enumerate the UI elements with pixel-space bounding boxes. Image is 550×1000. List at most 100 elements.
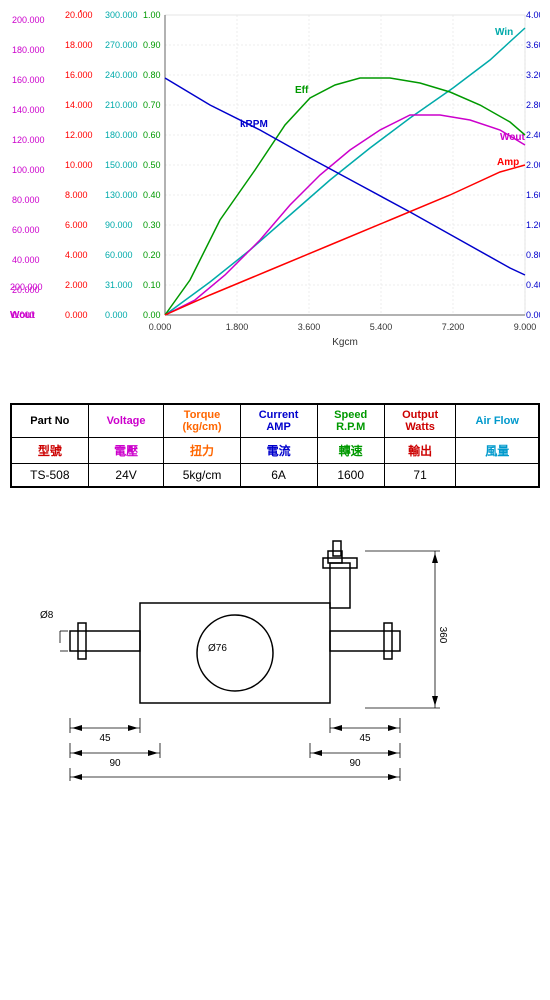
td-output: 71 — [384, 464, 456, 488]
th-output: OutputWatts — [384, 404, 456, 438]
svg-text:3.200: 3.200 — [526, 70, 540, 80]
svg-text:5.400: 5.400 — [370, 322, 393, 332]
svg-text:160.000: 160.000 — [12, 75, 45, 85]
svg-text:140.000: 140.000 — [12, 105, 45, 115]
td-ch-voltage: 電壓 — [88, 438, 164, 464]
td-airflow — [456, 464, 539, 488]
svg-text:2.800: 2.800 — [526, 100, 540, 110]
td-ch-output: 輸出 — [384, 438, 456, 464]
svg-text:18.000: 18.000 — [65, 40, 93, 50]
td-partno: TS-508 — [11, 464, 88, 488]
svg-text:Amp: Amp — [497, 157, 519, 168]
svg-text:10.000: 10.000 — [65, 160, 93, 170]
table-section: Part No Voltage Torque(kg/cm) CurrentAMP… — [0, 388, 550, 503]
th-airflow: Air Flow — [456, 404, 539, 438]
svg-text:130.000: 130.000 — [105, 190, 138, 200]
td-ch-current: 電流 — [240, 438, 317, 464]
svg-text:150.000: 150.000 — [105, 160, 138, 170]
td-speed: 1600 — [317, 464, 384, 488]
th-voltage: Voltage — [88, 404, 164, 438]
svg-text:100.000: 100.000 — [12, 165, 45, 175]
chart-section: Wout 200.000 180.000 200.000 180.000 160… — [0, 0, 550, 388]
svg-text:90.000: 90.000 — [105, 220, 133, 230]
svg-text:Kgcm: Kgcm — [332, 337, 358, 348]
svg-text:1.800: 1.800 — [226, 322, 249, 332]
svg-text:Eff: Eff — [295, 85, 309, 96]
svg-text:210.000: 210.000 — [105, 100, 138, 110]
svg-text:0.00: 0.00 — [143, 310, 161, 320]
d45-left-label: 45 — [99, 733, 111, 744]
svg-text:0.10: 0.10 — [143, 280, 161, 290]
td-voltage: 24V — [88, 464, 164, 488]
svg-text:2.000: 2.000 — [65, 280, 88, 290]
d45-right-label: 45 — [359, 733, 371, 744]
td-torque: 5kg/cm — [164, 464, 240, 488]
svg-text:180.000: 180.000 — [105, 130, 138, 140]
svg-text:240.000: 240.000 — [105, 70, 138, 80]
svg-text:20.000: 20.000 — [12, 285, 40, 295]
svg-text:180.000: 180.000 — [12, 45, 45, 55]
th-current: CurrentAMP — [240, 404, 317, 438]
svg-text:4.000: 4.000 — [65, 250, 88, 260]
svg-text:0.000: 0.000 — [105, 310, 128, 320]
dimension-diagram: Ø8 Ø76 360 45 45 — [10, 523, 540, 783]
th-torque: Torque(kg/cm) — [164, 404, 240, 438]
specs-table: Part No Voltage Torque(kg/cm) CurrentAMP… — [10, 403, 540, 488]
svg-text:2.000: 2.000 — [526, 160, 540, 170]
svg-text:4.000: 4.000 — [526, 10, 540, 20]
d90-left-label: 90 — [109, 758, 121, 769]
th-speed: SpeedR.P.M — [317, 404, 384, 438]
th-partno: Part No — [11, 404, 88, 438]
svg-text:0.000: 0.000 — [149, 322, 172, 332]
svg-text:0.30: 0.30 — [143, 220, 161, 230]
diagram-section: Ø8 Ø76 360 45 45 — [0, 513, 550, 796]
svg-text:200.000: 200.000 — [12, 15, 45, 25]
amp-curve — [165, 165, 525, 315]
svg-text:0.60: 0.60 — [143, 130, 161, 140]
svg-text:12.000: 12.000 — [65, 130, 93, 140]
svg-text:0.80: 0.80 — [143, 70, 161, 80]
svg-text:80.000: 80.000 — [12, 195, 40, 205]
svg-text:40.000: 40.000 — [12, 255, 40, 265]
svg-text:16.000: 16.000 — [65, 70, 93, 80]
td-ch-partno: 型號 — [11, 438, 88, 464]
svg-text:0.20: 0.20 — [143, 250, 161, 260]
d8-label: Ø8 — [40, 610, 54, 621]
win-curve — [165, 28, 525, 315]
svg-text:kRPM: kRPM — [490, 10, 515, 12]
d76-label: Ø76 — [208, 643, 227, 654]
svg-text:0.70: 0.70 — [143, 100, 161, 110]
td-ch-torque: 扭力 — [164, 438, 240, 464]
td-current: 6A — [240, 464, 317, 488]
svg-text:0.000: 0.000 — [65, 310, 88, 320]
krpm-curve — [165, 78, 525, 275]
svg-text:Wout: Wout — [500, 132, 525, 143]
svg-text:0.90: 0.90 — [143, 40, 161, 50]
svg-text:Wout: Wout — [12, 10, 34, 12]
svg-text:0.000: 0.000 — [12, 310, 35, 320]
td-ch-speed: 轉速 — [317, 438, 384, 464]
svg-text:0.000: 0.000 — [526, 310, 540, 320]
svg-text:kRPM: kRPM — [240, 119, 268, 130]
d90-right-label: 90 — [349, 758, 361, 769]
td-ch-airflow: 風量 — [456, 438, 539, 464]
svg-text:0.400: 0.400 — [526, 280, 540, 290]
svg-text:7.200: 7.200 — [442, 322, 465, 332]
svg-text:31.000: 31.000 — [105, 280, 133, 290]
svg-text:120.000: 120.000 — [12, 135, 45, 145]
svg-text:3.600: 3.600 — [526, 40, 540, 50]
svg-text:60.000: 60.000 — [12, 225, 40, 235]
performance-chart: Wout 200.000 180.000 200.000 180.000 160… — [10, 10, 540, 380]
svg-text:3.600: 3.600 — [298, 322, 321, 332]
svg-text:0.40: 0.40 — [143, 190, 161, 200]
svg-text:Win: Win — [495, 27, 513, 38]
svg-text:60.000: 60.000 — [105, 250, 133, 260]
svg-text:Amp: Amp — [65, 10, 86, 12]
svg-text:2.400: 2.400 — [526, 130, 540, 140]
svg-text:8.000: 8.000 — [65, 190, 88, 200]
svg-text:Eff: Eff — [143, 10, 156, 12]
svg-text:14.000: 14.000 — [65, 100, 93, 110]
svg-text:9.000: 9.000 — [514, 322, 537, 332]
svg-text:Win: Win — [105, 10, 121, 12]
svg-text:1.600: 1.600 — [526, 190, 540, 200]
